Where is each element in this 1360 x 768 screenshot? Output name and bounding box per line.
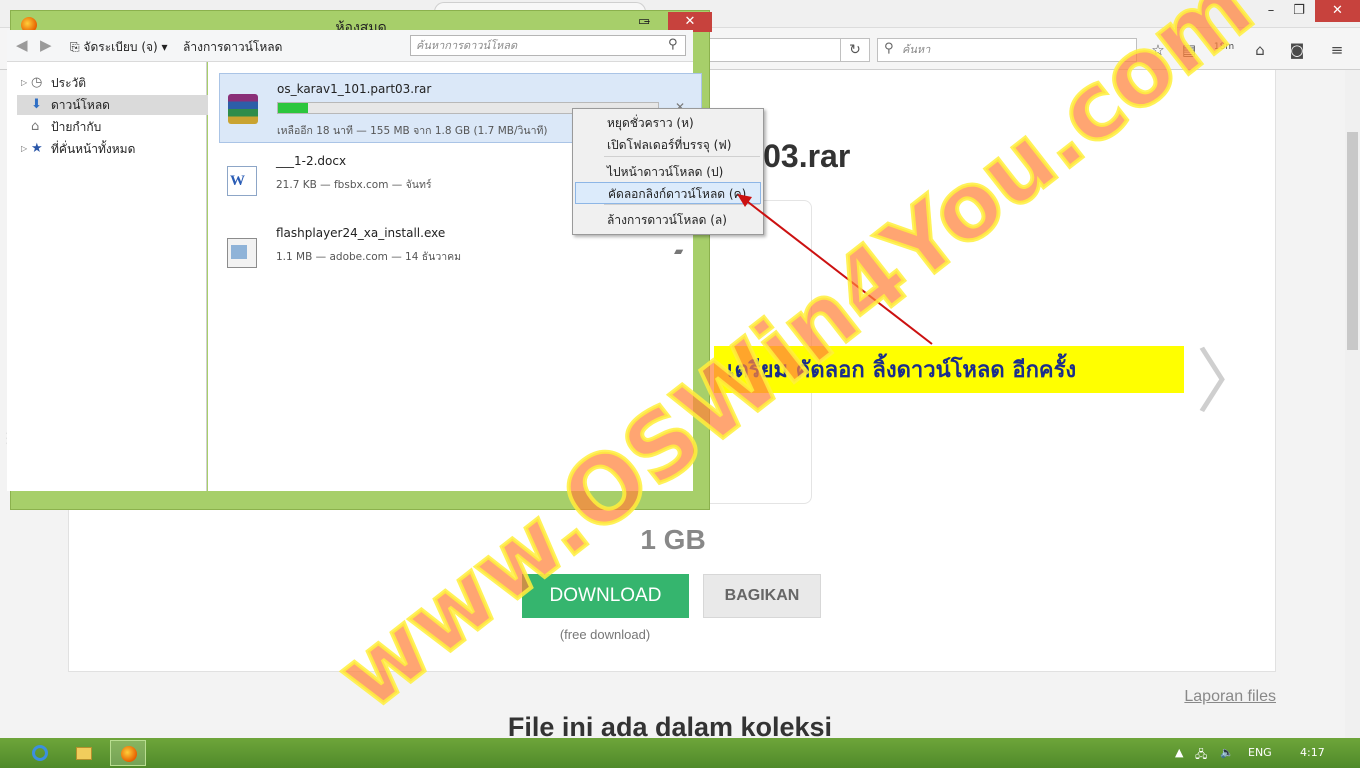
volume-icon[interactable]: 🔈 [1220, 746, 1234, 759]
clock[interactable]: 4:17 [1300, 746, 1325, 759]
folder-icon [76, 747, 92, 760]
taskbar-firefox-button[interactable] [110, 740, 146, 766]
tray-up-arrow-icon[interactable]: ▲ [1175, 746, 1183, 759]
language-indicator[interactable]: ENG [1248, 746, 1272, 759]
network-icon[interactable]: 🖧 [1195, 746, 1207, 765]
taskbar-ie-button[interactable] [22, 740, 58, 766]
taskbar-explorer-button[interactable] [66, 740, 102, 766]
firefox-icon [121, 746, 137, 762]
arrow-head [737, 194, 752, 207]
taskbar [0, 738, 1360, 768]
ie-icon [32, 745, 48, 761]
